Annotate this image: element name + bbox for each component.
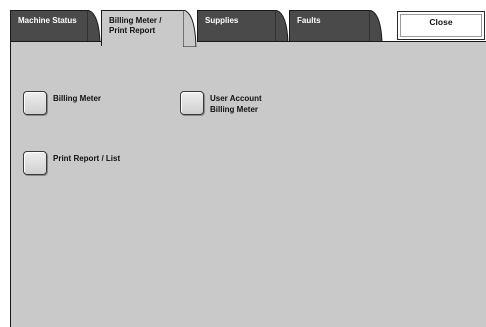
tab-divider-line bbox=[10, 41, 486, 42]
tab-corner bbox=[275, 10, 289, 43]
user-account-billing-meter-label-line2: Billing Meter bbox=[210, 105, 259, 114]
content-panel: Billing Meter User Account Billing Meter… bbox=[10, 42, 486, 327]
user-account-billing-meter-option[interactable]: User Account Billing Meter bbox=[180, 91, 262, 115]
tab-faults[interactable]: Faults bbox=[289, 10, 383, 43]
print-report-list-option[interactable]: Print Report / List bbox=[23, 151, 120, 175]
billing-meter-checkbox[interactable] bbox=[23, 91, 47, 115]
tab-supplies[interactable]: Supplies bbox=[197, 10, 289, 43]
user-account-billing-meter-checkbox[interactable] bbox=[180, 91, 204, 115]
tab-corner bbox=[183, 10, 197, 47]
tab-billing-meter-print-report[interactable]: Billing Meter / Print Report bbox=[101, 10, 197, 47]
tab-machine-status-label: Machine Status bbox=[18, 16, 77, 25]
tab-corner bbox=[369, 10, 383, 43]
print-report-list-label-line1: Print Report / List bbox=[53, 154, 121, 163]
billing-meter-label-line1: Billing Meter bbox=[53, 94, 102, 103]
billing-meter-option[interactable]: Billing Meter bbox=[23, 91, 101, 115]
machine-status-screen: Machine Status Billing Meter / Print Rep… bbox=[0, 0, 486, 327]
close-button[interactable]: Close bbox=[397, 11, 485, 40]
tab-supplies-label: Supplies bbox=[205, 16, 239, 25]
tab-corner bbox=[87, 10, 101, 43]
tab-machine-status[interactable]: Machine Status bbox=[10, 10, 101, 43]
user-account-billing-meter-label-line1: User Account bbox=[210, 94, 262, 103]
print-report-list-label: Print Report / List bbox=[53, 153, 120, 164]
billing-meter-label: Billing Meter bbox=[53, 93, 101, 104]
user-account-billing-meter-label: User Account Billing Meter bbox=[210, 93, 262, 115]
tab-faults-label: Faults bbox=[297, 16, 321, 25]
print-report-list-checkbox[interactable] bbox=[23, 151, 47, 175]
